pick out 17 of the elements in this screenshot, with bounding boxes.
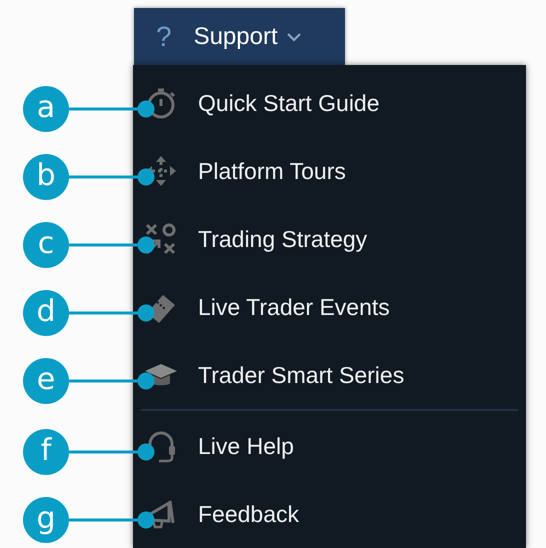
support-menu-button[interactable]: ? Support <box>134 8 345 65</box>
callout-badge: a <box>23 86 69 132</box>
chevron-down-icon <box>286 32 302 42</box>
callout-badge: g <box>23 497 69 543</box>
callout-badge: c <box>23 222 69 268</box>
menu-item[interactable]: Live Help <box>133 412 526 480</box>
question-icon: ? <box>156 16 172 58</box>
menu-item[interactable]: Trader Smart Series <box>133 341 526 409</box>
menu-item[interactable]: Quick Start Guide <box>133 69 526 137</box>
callout-badge: d <box>23 290 69 336</box>
menu-item[interactable]: Trading Strategy <box>133 205 526 273</box>
callout-badge: f <box>23 429 69 475</box>
menu-item[interactable]: Feedback <box>133 480 526 548</box>
menu-item[interactable]: Platform Tours <box>133 137 526 205</box>
callout-badge: e <box>23 358 69 404</box>
menu-item[interactable]: Live Trader Events <box>133 273 526 341</box>
callout-badge: b <box>23 154 69 200</box>
